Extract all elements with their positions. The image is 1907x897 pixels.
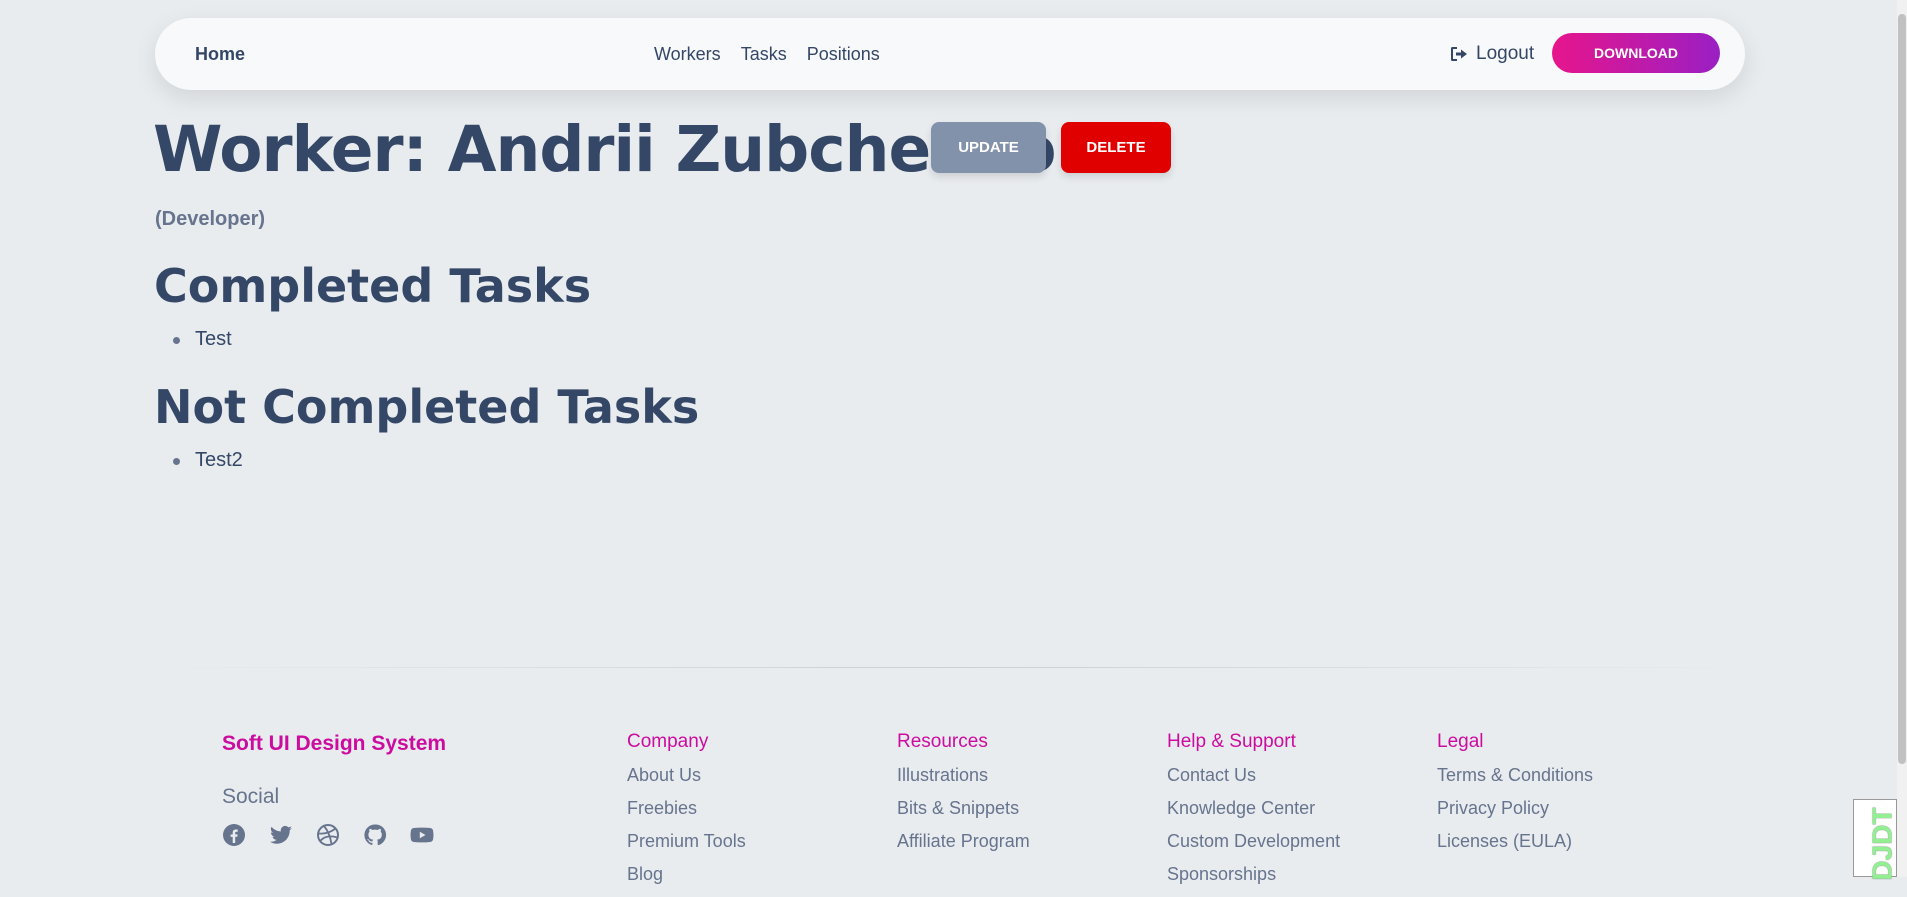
twitter-icon[interactable] [269,823,293,847]
download-button[interactable]: DOWNLOAD [1552,33,1720,73]
footer-divider [148,667,1758,668]
task-item: Test [173,328,232,351]
footer-link-blog[interactable]: Blog [627,864,746,897]
page-title: Worker: Andrii Zubchenko [153,113,1057,186]
logout-label: Logout [1476,43,1535,64]
nav-link-positions[interactable]: Positions [807,44,880,65]
delete-button[interactable]: DELETE [1061,122,1171,173]
nav-links: Workers Tasks Positions [654,44,880,65]
social-title: Social [222,785,280,808]
footer-col-title: Resources [897,731,988,752]
footer-col-resources: Resources Illustrations Bits & Snippets … [897,731,1030,864]
scrollbar-thumb[interactable] [1898,14,1906,764]
footer-col-help-support: Help & Support Contact Us Knowledge Cent… [1167,731,1340,897]
footer-link-affiliate-program[interactable]: Affiliate Program [897,831,1030,864]
dribbble-icon[interactable] [316,823,340,847]
footer-col-title: Legal [1437,731,1484,752]
worker-position: (Developer) [155,208,266,230]
not-completed-task-list: Test2 [173,449,243,472]
facebook-icon[interactable] [222,823,246,847]
home-link[interactable]: Home [195,44,245,65]
footer-col-legal: Legal Terms & Conditions Privacy Policy … [1437,731,1593,864]
sign-out-icon [1451,47,1467,61]
footer-link-custom-development[interactable]: Custom Development [1167,831,1340,864]
footer-link-freebies[interactable]: Freebies [627,798,746,831]
nav-link-workers[interactable]: Workers [654,44,721,65]
update-button[interactable]: UPDATE [931,122,1046,173]
footer-col-title: Help & Support [1167,731,1296,752]
completed-task-list: Test [173,328,232,351]
footer-link-about-us[interactable]: About Us [627,765,746,798]
footer-link-premium-tools[interactable]: Premium Tools [627,831,746,864]
completed-tasks-heading: Completed Tasks [154,259,592,313]
nav-link-tasks[interactable]: Tasks [741,44,787,65]
footer-link-licenses[interactable]: Licenses (EULA) [1437,831,1593,864]
debug-toolbar-handle[interactable]: DJDT [1853,799,1898,881]
social-icons [222,823,434,847]
footer-link-illustrations[interactable]: Illustrations [897,765,1030,798]
navbar: Home Workers Tasks Positions Logout DOWN… [155,18,1745,90]
github-icon[interactable] [363,823,387,847]
footer-link-contact-us[interactable]: Contact Us [1167,765,1340,798]
debug-toolbar-label: DJDT [1866,807,1898,881]
footer-col-title: Company [627,731,709,752]
page-scrollbar[interactable] [1897,0,1907,877]
footer-link-privacy-policy[interactable]: Privacy Policy [1437,798,1593,831]
youtube-icon[interactable] [410,823,434,847]
footer-link-sponsorships[interactable]: Sponsorships [1167,864,1340,897]
footer-link-knowledge-center[interactable]: Knowledge Center [1167,798,1340,831]
logout-link[interactable]: Logout [1450,43,1534,65]
footer-link-bits-snippets[interactable]: Bits & Snippets [897,798,1030,831]
not-completed-tasks-heading: Not Completed Tasks [154,380,700,434]
footer-link-terms[interactable]: Terms & Conditions [1437,765,1593,798]
footer-brand: Soft UI Design System [222,732,447,755]
task-item: Test2 [173,449,243,472]
footer-col-company: Company About Us Freebies Premium Tools … [627,731,746,897]
